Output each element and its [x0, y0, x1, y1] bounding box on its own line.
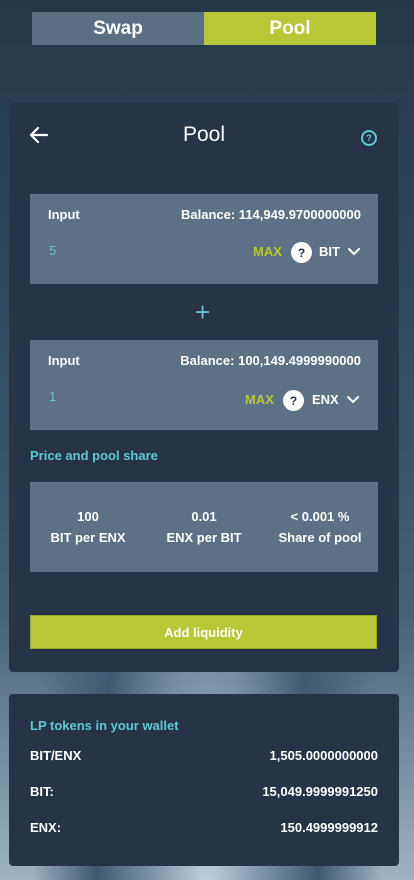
input-panel-enx: Input Balance: 100,149.4999990000 1 MAX … — [30, 340, 378, 430]
token-unknown-icon: ? — [291, 242, 312, 263]
tab-pool[interactable]: Pool — [204, 12, 376, 45]
tab-swap[interactable]: Swap — [32, 12, 204, 45]
stat-value: < 0.001 % — [290, 509, 350, 524]
page-title: Pool — [182, 123, 226, 146]
lp-tokens-card: LP tokens in your wallet BIT/ENX 1,505.0… — [9, 694, 399, 866]
stat-label: ENX per BIT — [166, 530, 242, 545]
lp-key: ENX: — [30, 820, 62, 835]
lp-key: BIT: — [30, 784, 54, 799]
max-button[interactable]: MAX — [253, 244, 282, 259]
plus-icon: + — [195, 297, 211, 327]
chevron-down-icon[interactable] — [347, 396, 359, 404]
amount-input[interactable]: 1 — [49, 389, 56, 404]
token-select[interactable]: BIT — [319, 244, 340, 259]
add-liquidity-button[interactable]: Add liquidity — [30, 615, 377, 649]
stat-label: Share of pool — [278, 530, 362, 545]
stat-bit-per-enx: 100 BIT per ENX — [30, 482, 146, 572]
help-icon[interactable]: ? — [361, 130, 377, 146]
input-label: Input — [48, 353, 80, 368]
price-stats-panel: 100 BIT per ENX 0.01 ENX per BIT < 0.001… — [30, 482, 378, 572]
stat-label: BIT per ENX — [50, 530, 126, 545]
card-header: Pool ? — [9, 103, 399, 169]
stat-value: 0.01 — [191, 509, 217, 524]
stat-enx-per-bit: 0.01 ENX per BIT — [146, 482, 262, 572]
tab-bar: Swap Pool — [32, 12, 376, 45]
lp-value: 1,505.0000000000 — [269, 748, 378, 763]
amount-input[interactable]: 5 — [49, 243, 56, 258]
stat-value: 100 — [77, 509, 99, 524]
lp-value: 150.4999999912 — [280, 820, 378, 835]
token-select[interactable]: ENX — [312, 392, 339, 407]
balance-text: Balance: 100,149.4999990000 — [180, 353, 361, 368]
input-label: Input — [48, 207, 80, 222]
input-panel-bit: Input Balance: 114,949.9700000000 5 MAX … — [30, 194, 378, 284]
price-section-title: Price and pool share — [30, 448, 158, 463]
lp-section-title: LP tokens in your wallet — [30, 718, 179, 733]
balance-text: Balance: 114,949.9700000000 — [181, 207, 361, 222]
max-button[interactable]: MAX — [245, 392, 274, 407]
pool-card: Pool ? Input Balance: 114,949.9700000000… — [9, 103, 399, 672]
chevron-down-icon[interactable] — [348, 248, 360, 256]
lp-value: 15,049.9999991250 — [262, 784, 378, 799]
token-unknown-icon: ? — [283, 390, 304, 411]
stat-share-of-pool: < 0.001 % Share of pool — [262, 482, 378, 572]
lp-key: BIT/ENX — [30, 748, 82, 763]
